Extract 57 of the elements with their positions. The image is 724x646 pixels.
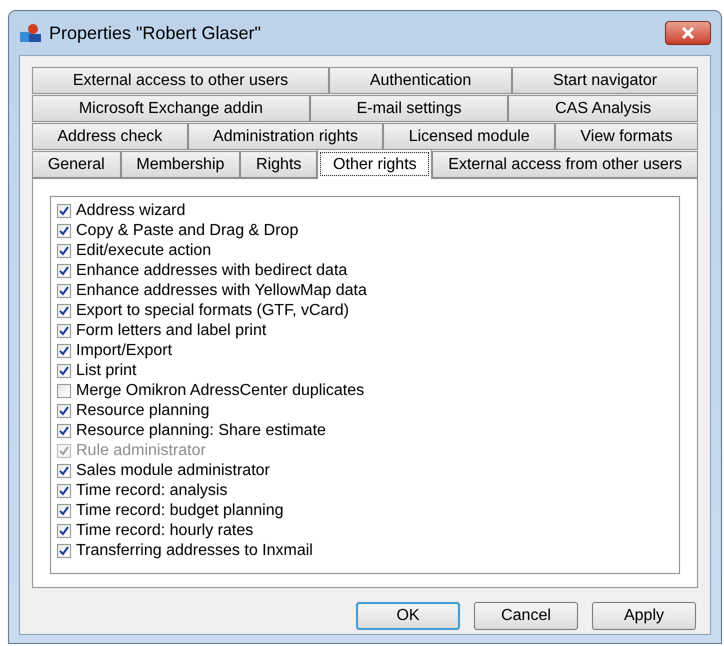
app-icon — [19, 22, 43, 44]
tab[interactable]: Licensed module — [383, 123, 556, 150]
checkbox[interactable] — [57, 464, 71, 478]
checkbox[interactable] — [57, 384, 71, 398]
checkbox[interactable] — [57, 344, 71, 358]
tab[interactable]: External access to other users — [32, 67, 329, 94]
checkbox[interactable] — [57, 504, 71, 518]
tab[interactable]: E-mail settings — [310, 95, 508, 122]
window-title: Properties "Robert Glaser" — [49, 22, 261, 45]
checkbox[interactable] — [57, 424, 71, 438]
tab[interactable]: External access from other users — [432, 151, 698, 178]
checkbox-label: Enhance addresses with bedirect data — [76, 261, 348, 281]
checkbox-label: Time record: budget planning — [76, 501, 284, 521]
tab[interactable]: Address check — [32, 123, 188, 150]
checkbox[interactable] — [57, 324, 71, 338]
checkbox[interactable] — [57, 284, 71, 298]
tab[interactable]: General — [32, 151, 121, 178]
checkbox-label: Transferring addresses to Inxmail — [76, 541, 313, 561]
dialog-button[interactable]: Apply — [592, 602, 696, 630]
tab[interactable]: Membership — [120, 151, 240, 178]
checkbox[interactable] — [57, 404, 71, 418]
checkbox-label: Address wizard — [76, 201, 186, 221]
checkbox-label: Enhance addresses with YellowMap data — [76, 281, 367, 301]
tab[interactable]: CAS Analysis — [508, 95, 698, 122]
checkbox[interactable] — [57, 544, 71, 558]
checkbox[interactable] — [57, 524, 71, 538]
checkbox[interactable] — [57, 364, 71, 378]
checkbox[interactable] — [57, 304, 71, 318]
tab[interactable]: Authentication — [328, 67, 512, 94]
checkbox[interactable] — [57, 224, 71, 238]
close-button[interactable] — [665, 21, 711, 45]
checkbox-label: Time record: hourly rates — [76, 521, 254, 541]
close-icon — [681, 27, 695, 39]
checkbox-label: Form letters and label print — [76, 321, 266, 341]
checkbox-label: List print — [76, 361, 136, 381]
checkbox[interactable] — [57, 264, 71, 278]
checkbox[interactable] — [57, 244, 71, 258]
checkbox-label: Rule administrator — [76, 441, 206, 461]
tab[interactable]: Rights — [240, 151, 318, 178]
tab[interactable]: Other rights — [317, 149, 432, 179]
checkbox-label: Export to special formats (GTF, vCard) — [76, 301, 349, 321]
tab[interactable]: View formats — [555, 123, 698, 150]
dialog-button[interactable]: OK — [356, 602, 460, 630]
dialog-button[interactable]: Cancel — [474, 602, 578, 630]
checkbox[interactable] — [57, 204, 71, 218]
checkbox-label: Time record: analysis — [76, 481, 228, 501]
checkbox-label: Copy & Paste and Drag & Drop — [76, 221, 298, 241]
checkbox-label: Import/Export — [76, 341, 172, 361]
tab[interactable]: Microsoft Exchange addin — [32, 95, 310, 122]
checkbox-label: Edit/execute action — [76, 241, 212, 261]
checkbox-label: Resource planning: Share estimate — [76, 421, 326, 441]
checkbox-label: Resource planning — [76, 401, 210, 421]
checkbox[interactable] — [57, 484, 71, 498]
checkbox-label: Sales module administrator — [76, 461, 270, 481]
tab[interactable]: Administration rights — [188, 123, 384, 150]
tab[interactable]: Start navigator — [512, 67, 698, 94]
checkbox-label: Merge Omikron AdressCenter duplicates — [76, 381, 364, 401]
